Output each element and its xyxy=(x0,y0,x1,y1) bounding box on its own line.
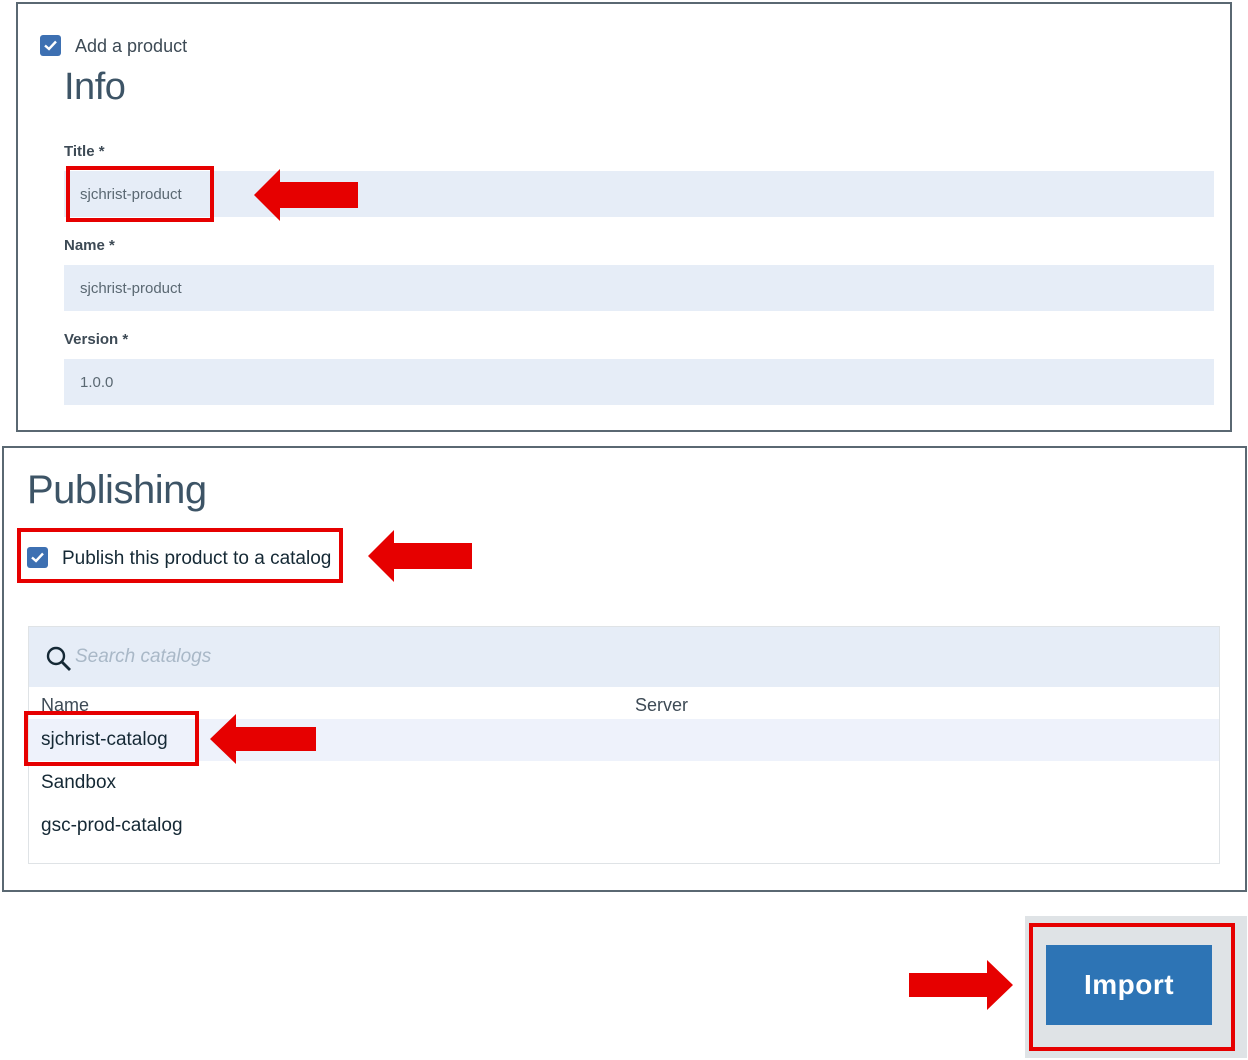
catalog-search-bar[interactable]: Search catalogs xyxy=(29,627,1219,687)
red-arrow-icon xyxy=(254,169,358,221)
catalog-name: gsc-prod-catalog xyxy=(41,815,183,836)
column-header-server: Server xyxy=(635,695,689,715)
catalog-row[interactable]: gsc-prod-catalog xyxy=(29,805,1219,847)
version-value: 1.0.0 xyxy=(80,373,114,391)
title-value: sjchrist-product xyxy=(80,185,182,203)
version-input[interactable]: 1.0.0 xyxy=(64,359,1214,405)
import-button[interactable]: Import xyxy=(1046,945,1212,1025)
title-input[interactable]: sjchrist-product xyxy=(64,171,1214,217)
name-input[interactable]: sjchrist-product xyxy=(64,265,1214,311)
red-arrow-icon xyxy=(210,714,316,764)
catalog-row[interactable]: Sandbox xyxy=(29,762,1219,804)
checkmark-icon xyxy=(44,40,57,51)
add-product-checkbox[interactable] xyxy=(40,35,61,56)
version-label: Version * xyxy=(64,331,129,348)
add-product-label: Add a product xyxy=(75,36,188,56)
column-header-name: Name xyxy=(41,695,90,715)
catalog-name: Sandbox xyxy=(41,772,117,793)
checkmark-icon xyxy=(31,552,44,563)
search-icon xyxy=(46,646,71,671)
info-section-title: Info xyxy=(64,66,126,108)
catalog-row[interactable]: sjchrist-catalog xyxy=(29,719,1219,761)
import-button-area: Import xyxy=(1025,916,1247,1058)
publishing-panel: Publishing Publish this product to a cat… xyxy=(2,446,1247,892)
name-value: sjchrist-product xyxy=(80,279,182,297)
name-label: Name * xyxy=(64,237,115,254)
catalog-name: sjchrist-catalog xyxy=(41,729,168,750)
catalog-table: Search catalogs Name Server sjchrist-cat… xyxy=(28,626,1220,864)
publishing-section-title: Publishing xyxy=(27,468,207,512)
title-label: Title * xyxy=(64,143,105,160)
publish-checkbox[interactable] xyxy=(27,547,48,568)
info-panel: Add a product Info Title * sjchrist-prod… xyxy=(16,2,1232,432)
red-arrow-icon xyxy=(909,960,1013,1010)
catalog-search-input[interactable]: Search catalogs xyxy=(75,646,211,668)
red-arrow-icon xyxy=(368,530,472,582)
publish-checkbox-label[interactable]: Publish this product to a catalog xyxy=(62,548,331,570)
